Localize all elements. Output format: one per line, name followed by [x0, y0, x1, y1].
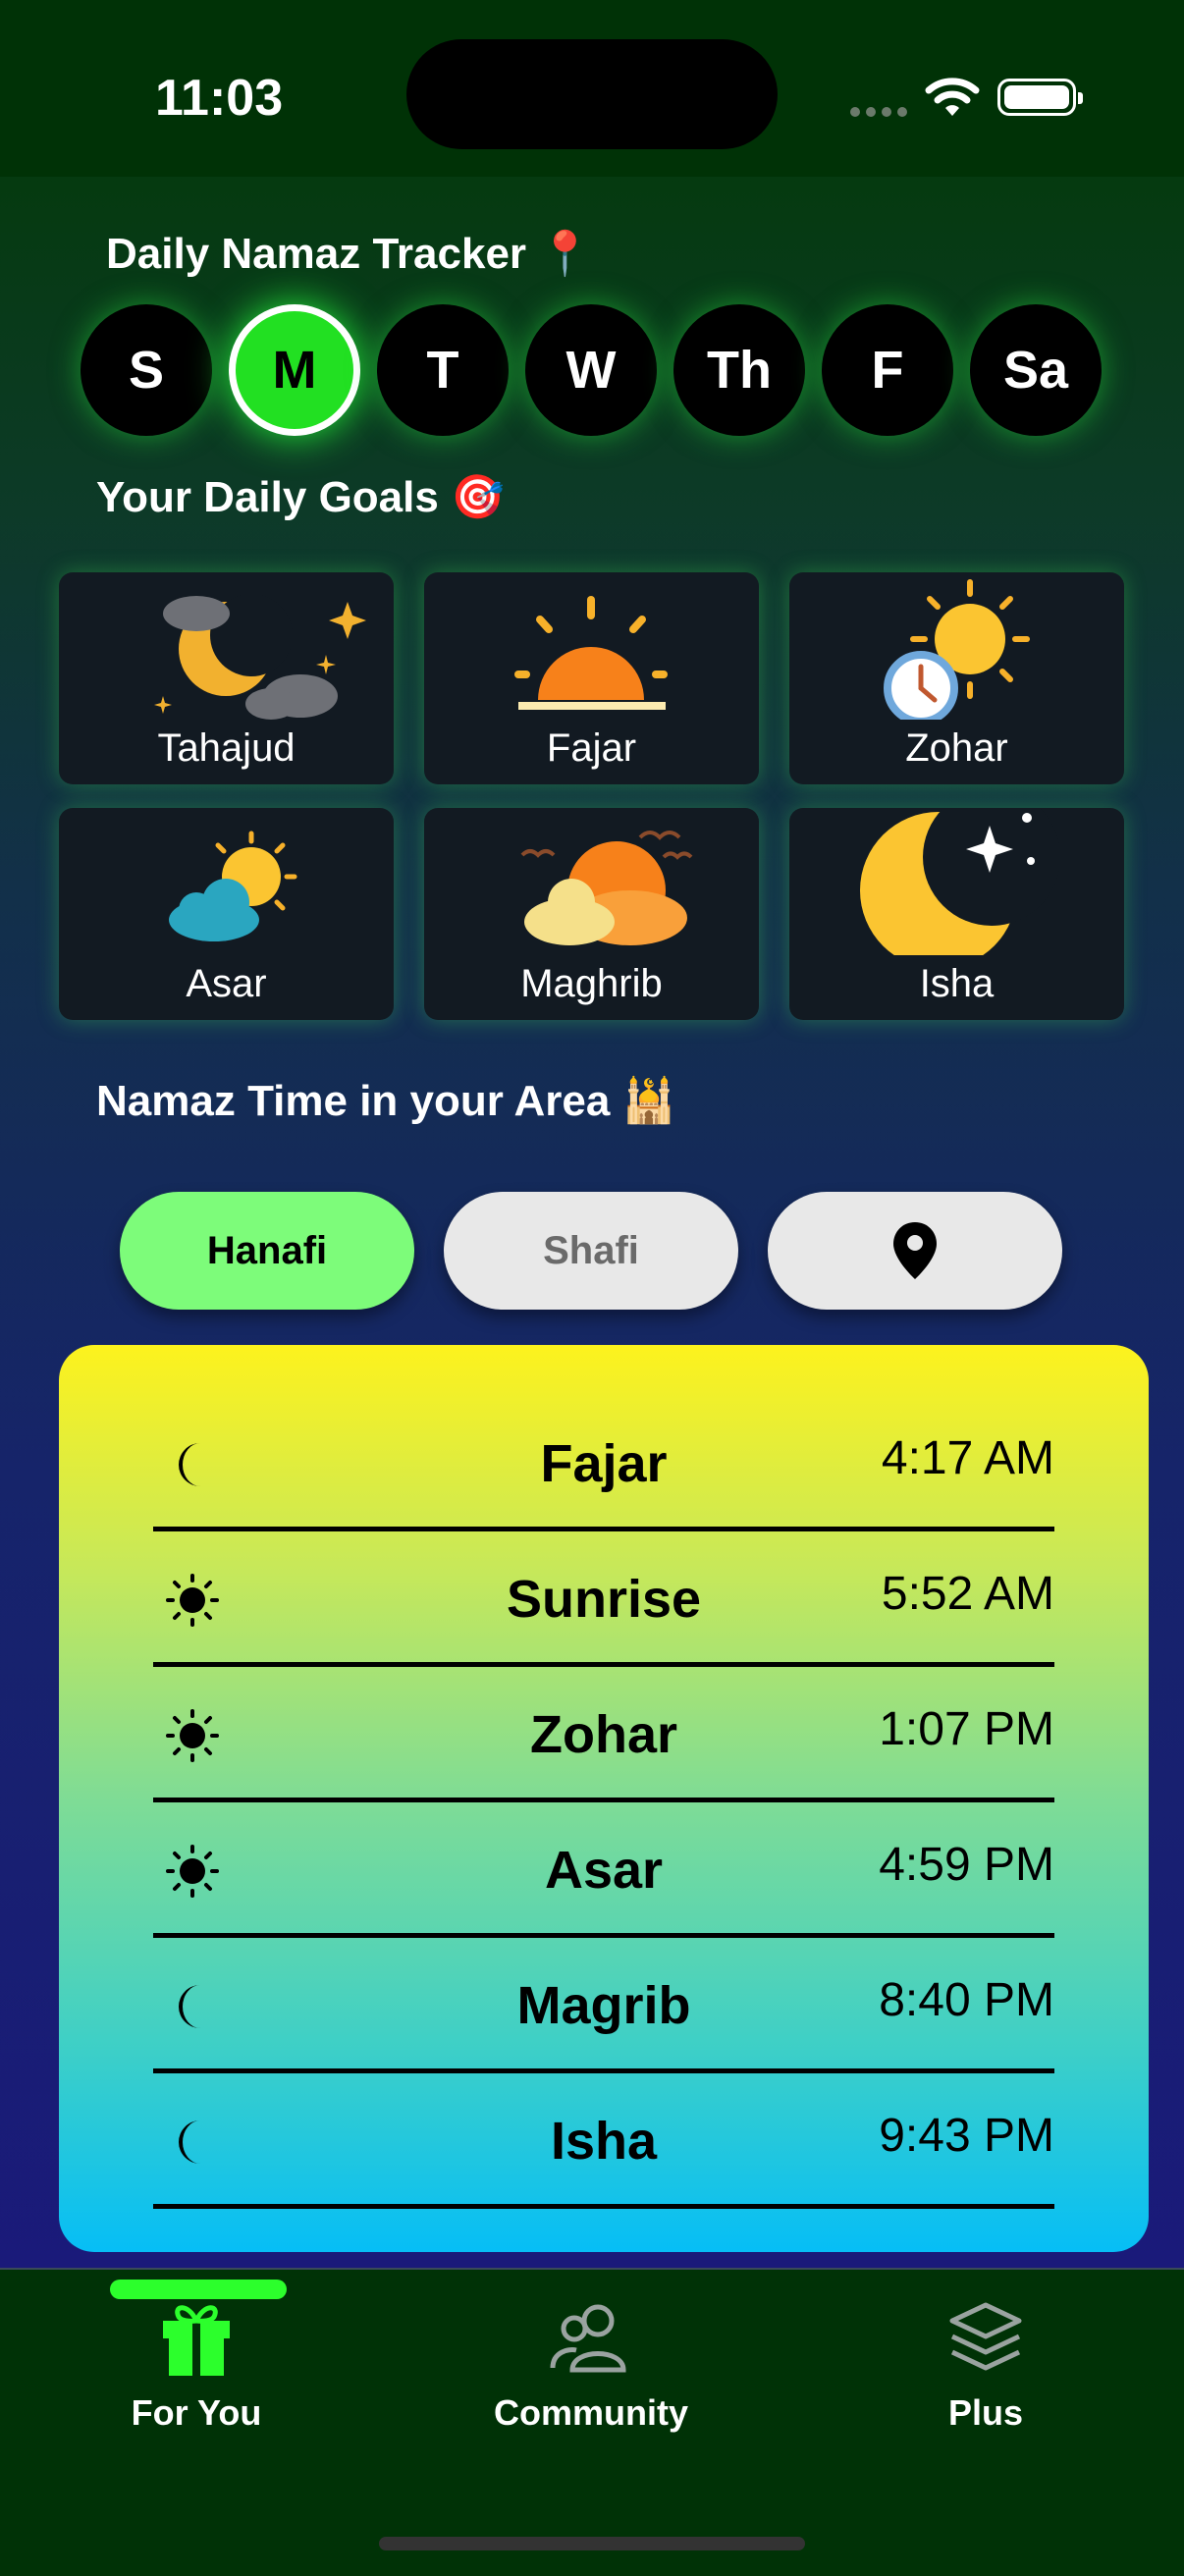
goal-card-isha[interactable]: Isha — [789, 808, 1124, 1020]
people-icon — [550, 2304, 626, 2373]
mode-selector: Hanafi Shafi — [120, 1192, 1062, 1310]
dynamic-island — [406, 39, 778, 149]
prayer-time: 4:17 AM — [881, 1432, 1054, 1484]
tab-label: For You — [131, 2392, 262, 2433]
status-bar: 11:03 — [0, 0, 1184, 177]
goal-label: Zohar — [905, 726, 1008, 770]
location-pin-icon — [893, 1222, 937, 1279]
goal-card-zohar[interactable]: Zohar — [789, 572, 1124, 784]
goal-label: Tahajud — [157, 726, 296, 770]
shafi-button[interactable]: Shafi — [444, 1192, 738, 1310]
tab-label: Community — [494, 2392, 688, 2433]
prayer-row-sunrise: Sunrise 5:52 AM — [153, 1531, 1054, 1667]
prayer-row-magrib: Magrib 8:40 PM — [153, 1938, 1054, 2073]
goal-card-tahajud[interactable]: Tahajud — [59, 572, 394, 784]
day-sunday[interactable]: S — [81, 304, 212, 436]
prayer-row-fajar: Fajar 4:17 AM — [153, 1396, 1054, 1531]
goal-label: Asar — [186, 962, 267, 1005]
sun-clock-icon — [884, 579, 1030, 720]
day-thursday[interactable]: Th — [673, 304, 805, 436]
layers-icon — [949, 2302, 1022, 2371]
gift-icon — [163, 2305, 230, 2376]
active-tab-indicator — [110, 2280, 287, 2299]
day-saturday[interactable]: Sa — [970, 304, 1102, 436]
goal-label: Isha — [919, 962, 995, 1005]
goal-card-maghrib[interactable]: Maghrib — [424, 808, 759, 1020]
goals-title: Your Daily Goals 🎯 — [96, 473, 505, 521]
tab-community[interactable]: Community — [463, 2299, 719, 2434]
battery-icon — [997, 79, 1083, 116]
prayer-time: 5:52 AM — [881, 1568, 1054, 1620]
day-friday[interactable]: F — [822, 304, 953, 436]
goals-grid: Tahajud Fajar Zohar Asar Maghrib Isha — [59, 572, 1124, 1020]
prayer-time: 4:59 PM — [879, 1839, 1054, 1891]
tab-label: Plus — [947, 2392, 1024, 2433]
status-time: 11:03 — [155, 70, 284, 127]
day-selector: S M T W Th F Sa — [81, 304, 1102, 436]
sunrise-icon — [514, 596, 668, 710]
goal-label: Maghrib — [520, 962, 663, 1005]
tab-plus[interactable]: Plus — [858, 2299, 1113, 2434]
sun-behind-cloud-icon — [169, 831, 297, 941]
prayer-row-zohar: Zohar 1:07 PM — [153, 1667, 1054, 1802]
day-tuesday[interactable]: T — [377, 304, 509, 436]
prayer-time: 8:40 PM — [879, 1974, 1054, 2026]
tracker-title: Daily Namaz Tracker 📍 — [106, 230, 593, 278]
goal-label: Fajar — [546, 726, 637, 770]
wifi-icon — [925, 78, 980, 116]
goal-card-fajar[interactable]: Fajar — [424, 572, 759, 784]
goal-card-asar[interactable]: Asar — [59, 808, 394, 1020]
home-indicator — [379, 2537, 805, 2550]
tab-bar: For You Community Plus — [0, 2268, 1184, 2576]
day-wednesday[interactable]: W — [525, 304, 657, 436]
prayer-row-asar: Asar 4:59 PM — [153, 1802, 1054, 1938]
tab-for-you[interactable]: For You — [69, 2299, 324, 2434]
prayer-time: 9:43 PM — [879, 2110, 1054, 2162]
location-button[interactable] — [768, 1192, 1062, 1310]
prayer-times-card: Fajar 4:17 AM Sunrise 5:52 AM Zohar 1:07… — [59, 1345, 1149, 2252]
sunset-clouds-icon — [520, 831, 693, 945]
day-monday[interactable]: M — [229, 304, 360, 436]
prayer-row-isha: Isha 9:43 PM — [153, 2073, 1054, 2209]
moon-clouds-stars-icon — [154, 594, 366, 720]
crescent-moon-star-icon — [860, 808, 1060, 955]
area-title: Namaz Time in your Area 🕌 — [96, 1077, 676, 1125]
hanafi-button[interactable]: Hanafi — [120, 1192, 414, 1310]
prayer-time: 1:07 PM — [879, 1703, 1054, 1755]
signal-dots-icon — [850, 104, 913, 122]
